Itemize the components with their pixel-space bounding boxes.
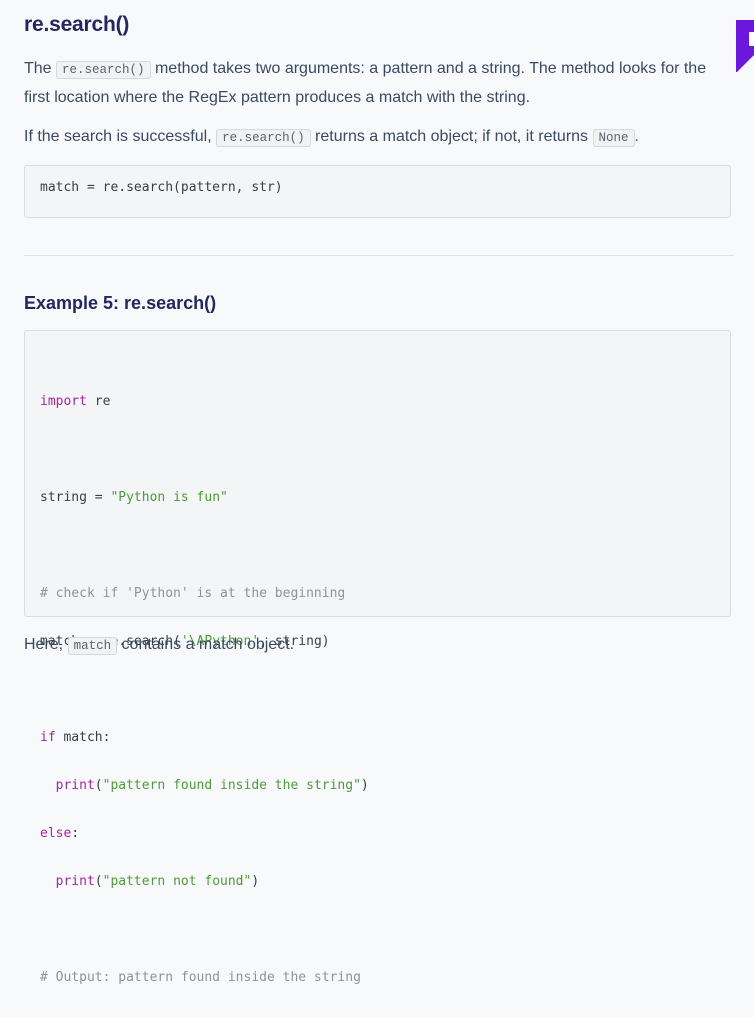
description-paragraph: The re.search() method takes two argumen… [24,55,732,111]
inline-code-match: match [67,637,118,655]
syntax-code-line: match = re.search(pattern, str) [40,180,283,195]
code-line: if match: [40,729,369,747]
bookmark-tab-icon[interactable] [736,20,754,73]
inline-code-re-search: re.search() [216,129,311,147]
code-comment: # check if 'Python' is at the beginning [40,586,346,601]
return-value-paragraph: If the search is successful, re.search()… [24,123,732,152]
bookmark-mark [749,32,754,46]
syntax-code-block[interactable]: match = re.search(pattern, str) [24,165,731,218]
text-fragment: contains a match object. [117,636,295,653]
code-text: ( [94,874,103,889]
code-keyword: print [40,778,95,793]
code-text: ( [94,778,103,793]
explanation-paragraph: Here, match contains a match object. [24,631,732,660]
code-text: match: [55,730,111,745]
code-line: print("pattern not found") [40,873,369,891]
code-string: "pattern found inside the string" [102,778,361,793]
text-fragment: . [634,128,639,145]
section-divider [24,255,734,256]
code-line: print("pattern found inside the string") [40,777,369,795]
section-heading: re.search() [24,13,130,36]
inline-code-none: None [592,129,635,147]
code-line: import re [40,393,369,411]
code-line: # Output: pattern found inside the strin… [40,969,369,987]
code-keyword: print [40,874,95,889]
inline-code-re-search: re.search() [56,61,151,79]
code-keyword: import [40,394,87,409]
text-fragment: returns a match object; if not, it retur… [310,128,593,145]
code-text: : [71,826,80,841]
code-text: string = [40,490,111,505]
text-fragment: The [24,60,57,77]
code-string: "Python is fun" [110,490,228,505]
code-text: ) [251,874,260,889]
code-line: # check if 'Python' is at the beginning [40,585,369,603]
text-fragment: Here, [24,636,68,653]
code-line: string = "Python is fun" [40,489,369,507]
code-line: else: [40,825,369,843]
text-fragment: If the search is successful, [24,128,217,145]
example-code-block[interactable]: import re string = "Python is fun" # che… [24,330,731,985]
code-string: "pattern not found" [102,874,252,889]
code-lines: import re string = "Python is fun" # che… [40,363,369,1017]
code-keyword: else [40,826,72,841]
code-comment: # Output: pattern found inside the strin… [40,970,361,985]
code-keyword: if [40,730,56,745]
code-text: re [86,394,111,409]
example-heading: Example 5: re.search() [24,293,217,313]
code-text: ) [360,778,369,793]
